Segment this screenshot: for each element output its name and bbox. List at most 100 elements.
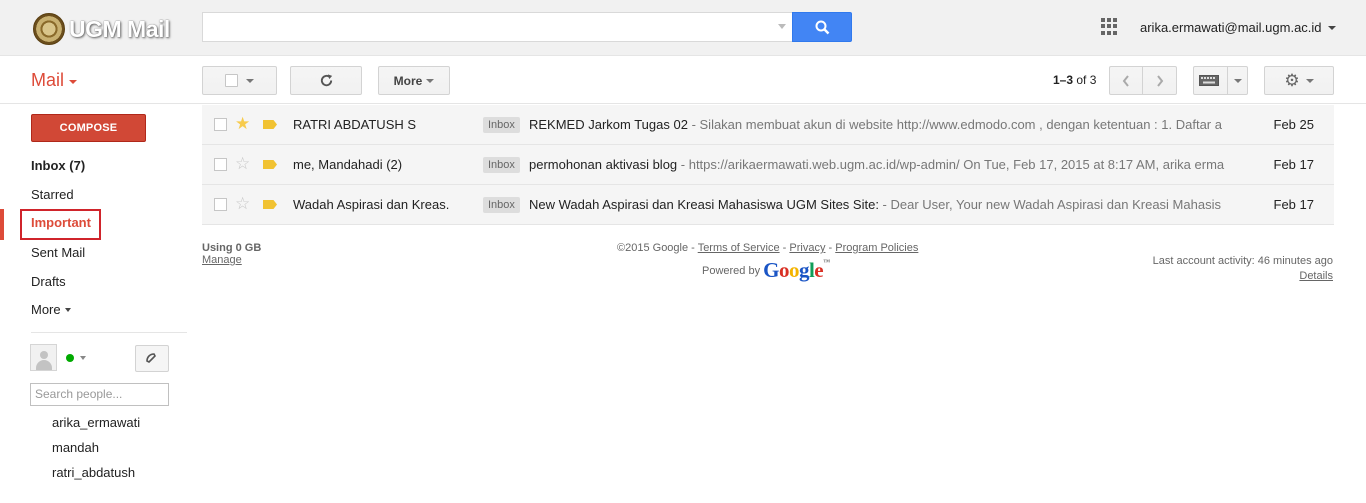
account-activity: Last account activity: 46 minutes ago De… xyxy=(1153,254,1333,284)
message-subject-line: New Wadah Aspirasi dan Kreasi Mahasiswa … xyxy=(529,197,1226,212)
sidebar-item-label: Starred xyxy=(31,187,74,202)
contact-name: arika_ermawati xyxy=(52,415,141,430)
activity-details-link[interactable]: Details xyxy=(1299,270,1333,282)
inbox-label-badge[interactable]: Inbox xyxy=(483,157,520,173)
separator: - xyxy=(779,242,790,254)
apps-grid-icon[interactable] xyxy=(1101,18,1118,35)
search-options-caret-icon[interactable] xyxy=(778,24,786,29)
newer-button[interactable] xyxy=(1109,66,1143,95)
row-checkbox[interactable] xyxy=(214,118,227,131)
contact-name: ratri_abdatush xyxy=(52,465,136,480)
message-sender: me, Mandahadi (2) xyxy=(293,157,403,172)
mail-label: Mail xyxy=(31,70,65,90)
toolbar-divider xyxy=(1227,67,1228,94)
toolbar-divider xyxy=(0,103,1366,104)
sidebar-item-inbox[interactable]: Inbox (7) xyxy=(31,156,85,176)
message-date: Feb 25 xyxy=(1273,117,1314,132)
row-checkbox[interactable] xyxy=(214,158,227,171)
table-row[interactable]: ☆ me, Mandahadi (2) Inbox permohonan akt… xyxy=(202,145,1334,185)
contact-item[interactable]: arika_ermawati xyxy=(52,415,140,430)
chevron-left-icon xyxy=(1122,74,1129,87)
sidebar-item-drafts[interactable]: Drafts xyxy=(31,272,66,292)
row-checkbox[interactable] xyxy=(214,198,227,211)
online-status-icon[interactable] xyxy=(66,354,74,362)
terms-link[interactable]: Terms of Service xyxy=(698,242,780,254)
powered-by-label: Powered by xyxy=(702,264,761,277)
sidebar-item-sent-mail[interactable]: Sent Mail xyxy=(31,243,85,263)
ugm-mail-logo[interactable]: UGM Mail xyxy=(33,12,170,46)
person-body-icon xyxy=(36,360,52,370)
sidebar-item-label: Sent Mail xyxy=(31,245,86,260)
storage-info: Using 0 GB Manage xyxy=(202,242,261,266)
pager-total: of 3 xyxy=(1076,73,1097,87)
sidebar-item-important[interactable]: Important xyxy=(31,215,91,230)
refresh-button[interactable] xyxy=(290,66,362,95)
footer-links: ©2015 Google - Terms of Service - Privac… xyxy=(617,242,918,254)
star-icon[interactable]: ★ xyxy=(235,114,250,134)
contact-item[interactable]: ratri_abdatush xyxy=(52,465,135,480)
storage-usage: Using 0 GB xyxy=(202,242,262,254)
sidebar-item-more[interactable]: More xyxy=(31,300,71,320)
sidebar-divider xyxy=(31,332,187,333)
contact-name: mandah xyxy=(52,440,99,455)
more-actions-button[interactable]: More xyxy=(378,66,450,95)
compose-label: COMPOSE xyxy=(59,122,118,134)
star-icon[interactable]: ☆ xyxy=(235,154,250,174)
active-item-indicator xyxy=(0,209,4,240)
table-row[interactable]: ☆ Wadah Aspirasi dan Kreas. Inbox New Wa… xyxy=(202,185,1334,225)
older-button[interactable] xyxy=(1142,66,1177,95)
search-button[interactable] xyxy=(792,12,852,42)
message-snippet: - https://arikaermawati.web.ugm.ac.id/wp… xyxy=(677,157,1225,172)
privacy-link[interactable]: Privacy xyxy=(789,242,825,254)
mail-menu[interactable]: Mail xyxy=(31,70,78,91)
message-snippet: - Silakan membuat akun di website http:/… xyxy=(687,117,1222,132)
sidebar-item-label: Drafts xyxy=(31,274,66,289)
chevron-down-icon xyxy=(1305,78,1314,83)
search-input[interactable] xyxy=(202,12,792,42)
more-actions-label: More xyxy=(393,73,423,88)
separator: - xyxy=(825,242,836,254)
compose-button[interactable]: COMPOSE xyxy=(31,114,146,142)
message-snippet: - Dear User, Your new Wadah Aspirasi dan… xyxy=(878,197,1221,212)
chevron-right-icon xyxy=(1156,74,1163,87)
account-menu[interactable]: arika.ermawati@mail.ugm.ac.id xyxy=(1140,20,1336,35)
inbox-label-badge[interactable]: Inbox xyxy=(483,117,520,133)
search-people-input[interactable]: Search people... xyxy=(30,383,169,406)
search-icon xyxy=(815,20,829,34)
message-subject: REKMED Jarkom Tugas 02 xyxy=(529,117,688,132)
program-policies-link[interactable]: Program Policies xyxy=(835,242,918,254)
message-subject-line: REKMED Jarkom Tugas 02 - Silakan membuat… xyxy=(529,117,1226,132)
last-activity-text: Last account activity: 46 minutes ago xyxy=(1152,255,1333,267)
contact-item[interactable]: mandah xyxy=(52,440,99,455)
sidebar-item-starred[interactable]: Starred xyxy=(31,185,74,205)
importance-marker-icon[interactable] xyxy=(263,160,277,169)
refresh-icon xyxy=(320,74,332,87)
sidebar-item-label: Important xyxy=(31,215,91,230)
ugm-seal-icon xyxy=(33,13,65,45)
keyboard-icon xyxy=(1199,75,1219,86)
inbox-label-badge[interactable]: Inbox xyxy=(483,197,520,213)
sidebar-item-label: Inbox (7) xyxy=(31,158,86,173)
table-row[interactable]: ★ RATRI ABDATUSH S Inbox REKMED Jarkom T… xyxy=(202,105,1334,145)
avatar[interactable] xyxy=(30,344,57,371)
chevron-down-icon xyxy=(1234,78,1242,83)
importance-marker-icon[interactable] xyxy=(263,200,277,209)
google-logo-icon: Google™ xyxy=(763,258,830,282)
search-people-placeholder: Search people... xyxy=(35,387,123,401)
importance-marker-icon[interactable] xyxy=(263,120,277,129)
select-checkbox-icon xyxy=(225,74,238,87)
select-all-button[interactable] xyxy=(202,66,277,95)
sidebar-item-label: More xyxy=(31,302,61,317)
top-bar: UGM Mail arika.ermawati@mail.ugm.ac.id xyxy=(0,0,1366,56)
chevron-down-icon xyxy=(246,78,254,83)
star-icon[interactable]: ☆ xyxy=(235,194,250,214)
call-phone-button[interactable] xyxy=(135,345,169,372)
manage-storage-link[interactable]: Manage xyxy=(202,254,242,266)
message-subject-line: permohonan aktivasi blog - https://arika… xyxy=(529,157,1226,172)
input-tools-button[interactable] xyxy=(1193,66,1248,95)
logo-text: UGM Mail xyxy=(69,15,170,42)
message-date: Feb 17 xyxy=(1273,157,1314,172)
settings-button[interactable]: ⚙ xyxy=(1264,66,1334,95)
chevron-down-icon[interactable] xyxy=(80,356,86,360)
gear-icon: ⚙ xyxy=(1284,71,1300,90)
